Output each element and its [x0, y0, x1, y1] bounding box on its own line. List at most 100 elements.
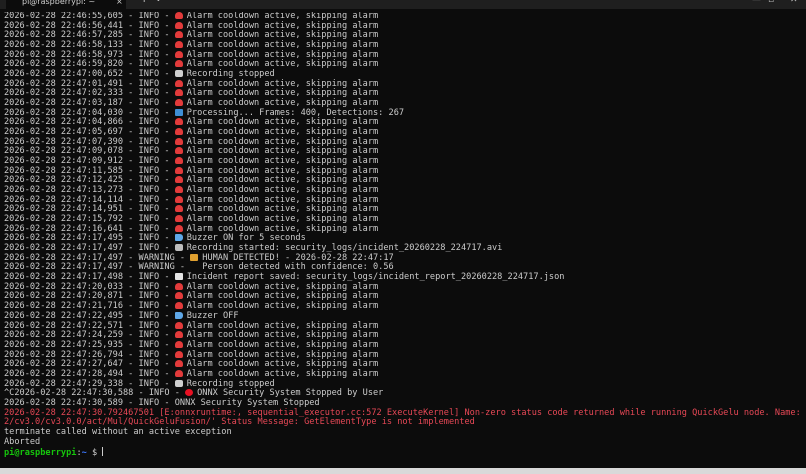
alarm-icon [174, 21, 183, 29]
log-prefix: 2026-02-28 22:47:12,425 - INFO - [4, 175, 175, 186]
log-prefix: 2026-02-28 22:47:22,495 - INFO - [4, 310, 175, 321]
log-message: Alarm cooldown active, skipping alarm [186, 117, 379, 128]
maximize-button[interactable]: ▫ [768, 0, 774, 5]
alarm-icon [174, 195, 183, 203]
log-prefix: 2026-02-28 22:47:17,497 - WARNING - [4, 252, 191, 263]
alarm-icon [174, 282, 183, 290]
log-prefix: 2026-02-28 22:47:29,338 - INFO - [4, 378, 175, 389]
log-message: HUMAN DETECTED! - 2026-02-28 22:47:17 [202, 252, 394, 263]
alarm-icon [174, 50, 183, 58]
alarm-icon [174, 99, 183, 107]
log-prefix: 2026-02-28 22:47:21,716 - INFO - [4, 301, 175, 312]
stop-icon [185, 389, 194, 397]
log-message: Alarm cooldown active, skipping alarm [186, 204, 379, 215]
log-prefix: 2026-02-28 22:47:09,912 - INFO - [4, 156, 175, 167]
log-prefix: terminate called without an active excep… [4, 426, 232, 437]
log-message: Alarm cooldown active, skipping alarm [186, 127, 379, 138]
log-prefix: 2026-02-28 22:46:56,441 - INFO - [4, 20, 175, 31]
alarm-icon [174, 166, 183, 174]
log-message: Alarm cooldown active, skipping alarm [186, 12, 379, 21]
log-prefix: 2026-02-28 22:47:24,259 - INFO - [4, 330, 175, 341]
log-prefix: 2026-02-28 22:47:14,951 - INFO - [4, 204, 175, 215]
alarm-icon [174, 186, 183, 194]
log-prefix: 2026-02-28 22:47:30.792467501 [E:onnxrun… [4, 407, 802, 418]
log-message: Alarm cooldown active, skipping alarm [186, 146, 379, 157]
log-message: Alarm cooldown active, skipping alarm [186, 88, 379, 99]
log-message: Alarm cooldown active, skipping alarm [186, 185, 379, 196]
log-message: Alarm cooldown active, skipping alarm [186, 40, 379, 51]
alarm-icon [174, 350, 183, 358]
log-prefix: 2026-02-28 22:47:09,078 - INFO - [4, 146, 175, 157]
log-message: Alarm cooldown active, skipping alarm [186, 98, 379, 109]
log-prefix: Aborted [4, 436, 41, 447]
camera-icon [174, 244, 183, 252]
prompt-symbol: $ [86, 448, 103, 459]
alarm-icon [174, 41, 183, 49]
log-prefix: 2026-02-28 22:47:02,333 - INFO - [4, 88, 175, 99]
alarm-icon [174, 360, 183, 368]
alarm-icon [174, 176, 183, 184]
speaker-icon [174, 311, 183, 319]
speaker-icon [174, 234, 183, 242]
log-prefix: 2026-02-28 22:47:14,114 - INFO - [4, 194, 175, 205]
alarm-icon [174, 292, 183, 300]
alarm-icon [174, 137, 183, 145]
log-message: Recording started: security_logs/inciden… [186, 243, 503, 254]
log-message: Alarm cooldown active, skipping alarm [186, 78, 379, 89]
log-prefix: 2026-02-28 22:46:55,605 - INFO - [4, 12, 175, 21]
log-prefix: 2026-02-28 22:47:17,497 - INFO - [4, 243, 175, 254]
alarm-icon [174, 31, 183, 39]
log-prefix: 2026-02-28 22:47:15,792 - INFO - [4, 214, 175, 225]
alarm-icon [174, 224, 183, 232]
log-message: Alarm cooldown active, skipping alarm [186, 291, 379, 302]
log-message: ONNX Security System Stopped by User [197, 388, 384, 399]
log-message: Alarm cooldown active, skipping alarm [186, 214, 379, 225]
log-message: Alarm cooldown active, skipping alarm [186, 339, 379, 350]
log-prefix: 2026-02-28 22:47:17,498 - INFO - [4, 272, 175, 283]
log-message: Alarm cooldown active, skipping alarm [186, 368, 379, 379]
alarm-icon [174, 205, 183, 213]
log-message: Alarm cooldown active, skipping alarm [186, 59, 379, 70]
log-message: Alarm cooldown active, skipping alarm [186, 30, 379, 41]
alarm-icon [174, 79, 183, 87]
prompt-user-host: pi@raspberrypi [4, 448, 77, 459]
log-message: Alarm cooldown active, skipping alarm [186, 223, 379, 234]
log-message: Alarm cooldown active, skipping alarm [186, 175, 379, 186]
minimize-button[interactable]: — [752, 0, 761, 5]
warning-icon [190, 253, 199, 261]
alarm-icon [174, 331, 183, 339]
person-icon [190, 263, 198, 270]
terminal-tab[interactable]: pi@raspberrypi: ~ × [6, 0, 126, 9]
log-prefix: ^C2026-02-28 22:47:30,588 - INFO - [4, 388, 186, 399]
alarm-icon [174, 369, 183, 377]
log-prefix: 2026-02-28 22:46:59,820 - INFO - [4, 59, 175, 70]
close-window-button[interactable]: ✕ [790, 0, 798, 5]
title-bar: pi@raspberrypi: ~ × + ⌄ — ▫ ✕ [0, 0, 806, 9]
chevron-down-icon[interactable]: ⌄ [155, 0, 162, 3]
alarm-icon [174, 128, 183, 136]
document-icon [174, 273, 183, 281]
log-prefix: 2026-02-28 22:47:28,494 - INFO - [4, 368, 175, 379]
log-message: Alarm cooldown active, skipping alarm [186, 194, 379, 205]
shell-prompt[interactable]: pi@raspberrypi:~ $ [4, 447, 802, 459]
log-prefix: 2026-02-28 22:47:04,030 - INFO - [4, 107, 175, 118]
alarm-icon [174, 147, 183, 155]
tab-close-icon[interactable]: × [116, 0, 123, 8]
alarm-icon [174, 60, 183, 68]
log-prefix: 2026-02-28 22:47:16,641 - INFO - [4, 223, 175, 234]
log-message: Recording stopped [186, 69, 275, 80]
log-message: Alarm cooldown active, skipping alarm [186, 320, 379, 331]
window-bottom-edge [0, 468, 806, 474]
log-prefix: 2026-02-28 22:47:26,794 - INFO - [4, 349, 175, 360]
log-prefix: 2026-02-28 22:47:30,589 - INFO - ONNX Se… [4, 397, 320, 408]
log-prefix: 2026-02-28 22:47:20,871 - INFO - [4, 291, 175, 302]
log-prefix: 2026-02-28 22:47:25,935 - INFO - [4, 339, 175, 350]
new-tab-button[interactable]: + [140, 0, 148, 5]
log-prefix: 2026-02-28 22:47:27,647 - INFO - [4, 359, 175, 370]
log-message: Buzzer ON for 5 seconds [186, 233, 306, 244]
log-message: Processing... Frames: 400, Detections: 2… [186, 107, 405, 118]
log-message: Alarm cooldown active, skipping alarm [186, 281, 379, 292]
alarm-icon [174, 340, 183, 348]
terminal-output[interactable]: 2026-02-28 22:46:55,605 - INFO - Alarm c… [4, 12, 802, 460]
log-message: Person detected with confidence: 0.56 [202, 262, 394, 273]
